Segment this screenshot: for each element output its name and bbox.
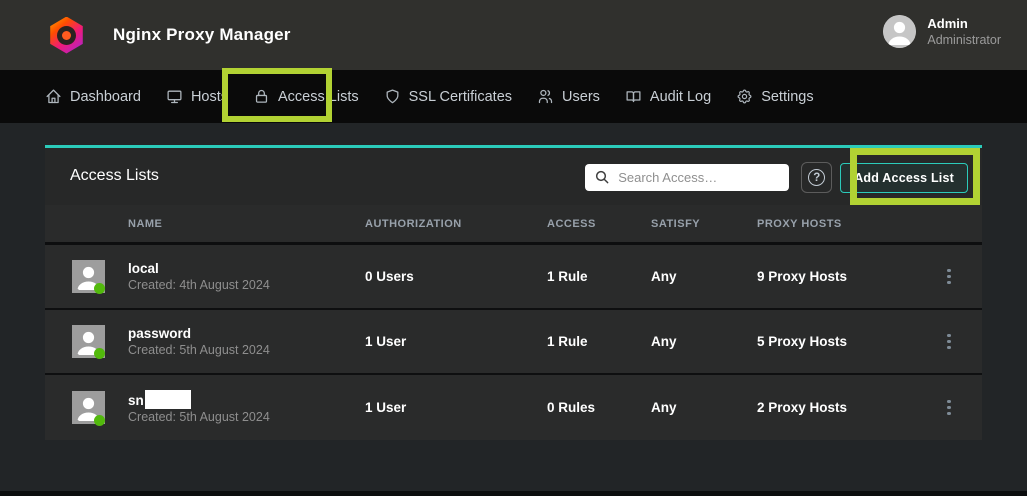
nav-item-dashboard[interactable]: Dashboard [45,88,141,105]
nav-label: Audit Log [650,89,711,105]
access-cell: 1 Rule [547,334,651,349]
authorization-cell: 0 Users [365,269,547,284]
nav-item-ssl-certificates[interactable]: SSL Certificates [384,88,512,105]
online-status-dot [94,283,105,294]
screen: Nginx Proxy Manager Admin Administrator … [0,0,1027,496]
npm-hexagon-logo [48,17,85,54]
column-header-authorization: AUTHORIZATION [365,218,547,230]
actions-cell [916,396,982,420]
book-icon [625,88,642,105]
home-icon [45,88,62,105]
nav-item-audit-log[interactable]: Audit Log [625,88,711,105]
access-lists-panel: Access Lists ? Add Access List NAME AUTH… [45,145,982,440]
nav-label: Dashboard [70,89,141,105]
column-header-name: NAME [45,218,365,230]
app-title: Nginx Proxy Manager [113,25,291,45]
table-row[interactable]: local Created: 4th August 2024 0 Users 1… [45,245,982,310]
search-input[interactable] [585,164,789,191]
satisfy-cell: Any [651,334,757,349]
question-icon: ? [808,169,825,186]
panel-header: Access Lists ? Add Access List [45,148,982,205]
row-menu-kebab-icon[interactable] [943,330,955,354]
help-button[interactable]: ? [801,162,832,193]
users-icon [537,88,554,105]
satisfy-cell: Any [651,400,757,415]
access-list-name: sn [128,390,270,409]
column-header-proxy-hosts: PROXY HOSTS [757,218,916,230]
authorization-cell: 1 User [365,400,547,415]
row-menu-kebab-icon[interactable] [943,265,955,289]
created-date: Created: 5th August 2024 [128,409,270,426]
name-cell: password Created: 5th August 2024 [45,310,365,373]
column-header-access: ACCESS [547,218,651,230]
add-access-list-button[interactable]: Add Access List [840,163,968,193]
proxy-hosts-cell: 9 Proxy Hosts [757,269,916,284]
access-list-name: local [128,260,270,277]
search-box [585,164,789,191]
nav-label: SSL Certificates [409,89,512,105]
column-header-satisfy: SATISFY [651,218,757,230]
user-role: Administrator [927,32,1001,48]
name-cell: sn Created: 5th August 2024 [45,375,365,440]
person-icon [883,15,916,48]
name-texts: password Created: 5th August 2024 [128,325,270,359]
access-list-name-text: sn [128,393,144,408]
user-texts: Admin Administrator [927,16,1001,48]
nav-item-users[interactable]: Users [537,88,600,105]
nav-item-hosts[interactable]: Hosts [166,88,228,105]
actions-cell [916,330,982,354]
proxy-hosts-cell: 5 Proxy Hosts [757,334,916,349]
access-cell: 1 Rule [547,269,651,284]
logo-core [62,31,71,40]
name-cell: local Created: 4th August 2024 [45,245,365,308]
created-date: Created: 4th August 2024 [128,277,270,294]
app-header: Nginx Proxy Manager Admin Administrator [0,0,1027,70]
nav-label: Settings [761,89,813,105]
satisfy-cell: Any [651,269,757,284]
user-avatar[interactable] [883,15,916,48]
proxy-hosts-cell: 2 Proxy Hosts [757,400,916,415]
panel-title: Access Lists [70,167,159,185]
bottom-strip [0,491,1027,496]
table-row[interactable]: password Created: 5th August 2024 1 User… [45,310,982,375]
logo-ring [57,26,76,45]
search-icon [594,169,610,190]
panel-actions: ? Add Access List [585,162,968,193]
name-texts: local Created: 4th August 2024 [128,260,270,294]
row-menu-kebab-icon[interactable] [943,396,955,420]
redaction-box [145,390,191,409]
main-nav: Dashboard Hosts Access Lists SSL Certifi… [0,70,1027,123]
lock-icon [253,88,270,105]
access-cell: 0 Rules [547,400,651,415]
shield-icon [384,88,401,105]
nav-item-access-lists[interactable]: Access Lists [253,88,359,105]
name-texts: sn Created: 5th August 2024 [128,390,270,426]
nav-label: Hosts [191,89,228,105]
access-list-name: password [128,325,270,342]
table-header: NAME AUTHORIZATION ACCESS SATISFY PROXY … [45,205,982,245]
monitor-icon [166,88,183,105]
created-date: Created: 5th August 2024 [128,342,270,359]
nav-label: Users [562,89,600,105]
actions-cell [916,265,982,289]
online-status-dot [94,415,105,426]
nav-label: Access Lists [278,89,359,105]
online-status-dot [94,348,105,359]
authorization-cell: 1 User [365,334,547,349]
user-name: Admin [927,16,1001,32]
nav-item-settings[interactable]: Settings [736,88,813,105]
table-row[interactable]: sn Created: 5th August 2024 1 User 0 Rul… [45,375,982,440]
user-menu[interactable]: Admin Administrator [883,15,1001,48]
gear-icon [736,88,753,105]
